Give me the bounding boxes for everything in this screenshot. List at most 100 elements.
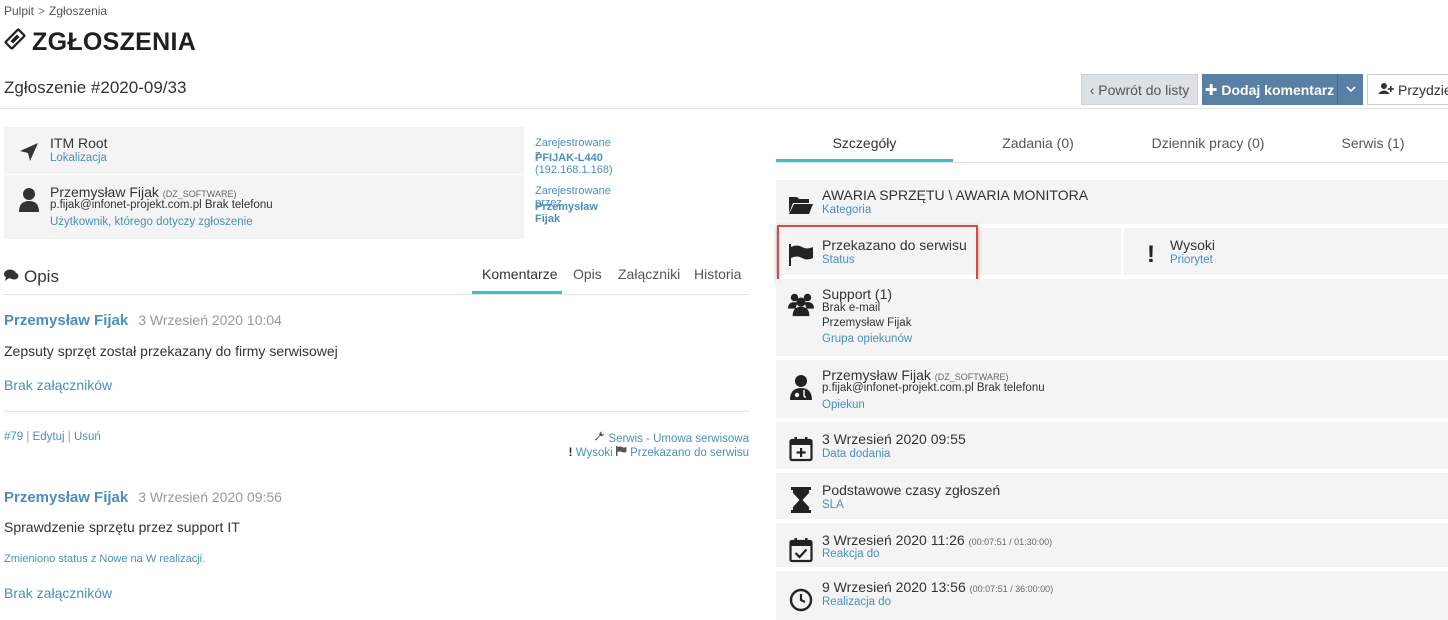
- detail-row-group: Support (1) Brak e-mail Przemysław Fijak…: [776, 279, 1448, 356]
- breadcrumb-current: Zgłoszenia: [49, 4, 108, 18]
- status-highlight-box: [777, 225, 978, 282]
- add-comment-label: Dodaj komentarz: [1221, 81, 1335, 98]
- tab-tasks[interactable]: Zadania (0): [953, 135, 1123, 151]
- comment-priority: Wysoki: [575, 447, 613, 459]
- detail-row-date-added: 3 Wrzesień 2020 09:55 Data dodania: [776, 422, 1448, 469]
- reaction-time: (00:07:51 / 01:30:00): [968, 537, 1053, 547]
- user-doctor-icon: [788, 374, 814, 400]
- description-section-title: Opis: [4, 267, 59, 287]
- caretaker-phone: Brak telefonu: [976, 382, 1045, 394]
- location-label: Lokalizacja: [50, 152, 107, 164]
- comment-status: Przekazano do serwisu: [630, 447, 749, 459]
- plus-icon: ✚: [1204, 81, 1218, 99]
- user-contact: p.fijak@infonet-projekt.com.pl Brak tele…: [50, 199, 273, 211]
- registered-from-value: PFIJAK-L440 (192.168.1.168): [535, 152, 613, 176]
- comment-state-tags: ! Wysoki Przekazano do serwisu: [569, 446, 749, 459]
- chevron-down-icon: [1345, 84, 1356, 96]
- comment-author[interactable]: Przemysław Fijak: [4, 312, 128, 329]
- realization-label: Realizacja do: [822, 596, 892, 608]
- comment-header: Przemysław Fijak 3 Wrzesień 2020 10:04: [4, 312, 282, 329]
- category-title: AWARIA SPRZĘTU \ AWARIA MONITORA: [822, 187, 1089, 203]
- tab-description[interactable]: Opis: [573, 266, 602, 282]
- comment-date: 3 Wrzesień 2020 09:56: [138, 489, 282, 505]
- detail-row-reaction: 3 Wrzesień 2020 11:26 (00:07:51 / 01:30:…: [776, 523, 1448, 567]
- breadcrumb: Pulpit > Zgłoszenia: [4, 4, 107, 18]
- caretaker-email: p.fijak@infonet-projekt.com.pl: [822, 382, 974, 394]
- ticket-icon: [4, 28, 26, 57]
- page-title: ZGŁOSZENIA: [4, 28, 196, 57]
- comment-delete-link[interactable]: Usuń: [74, 431, 101, 443]
- hourglass-icon: [788, 487, 814, 513]
- priority-title: Wysoki: [1170, 237, 1215, 253]
- ticket-info-panel: ITM Root Lokalizacja Zarejestrowane z PF…: [4, 127, 613, 239]
- tab-comments[interactable]: Komentarze: [482, 266, 557, 282]
- users-group-icon: [788, 291, 814, 317]
- caretaker-label: Opiekun: [822, 399, 865, 411]
- comment-status-change: Zmieniono status z Nowe na W realizacji.: [4, 553, 206, 565]
- date-added-value: 3 Wrzesień 2020 09:55: [822, 431, 966, 447]
- location-arrow-icon: [18, 141, 40, 166]
- flag-icon: [615, 446, 630, 459]
- comment-text: Zepsuty sprzęt został przekazany do firm…: [4, 343, 338, 359]
- exclamation-icon: !: [568, 447, 573, 459]
- info-divider: [4, 174, 524, 175]
- comment-service[interactable]: Serwis - Umowa serwisowa: [608, 433, 749, 445]
- tab-work-log[interactable]: Dziennik pracy (0): [1123, 135, 1293, 151]
- comment-id[interactable]: #79: [4, 431, 23, 443]
- registered-by-name[interactable]: Przemysław Fijak: [535, 201, 598, 225]
- tab-details[interactable]: Szczegóły: [776, 135, 953, 151]
- breadcrumb-separator: >: [38, 4, 46, 18]
- comment-author[interactable]: Przemysław Fijak: [4, 489, 128, 506]
- user-name-line: Przemysław Fijak (DZ_SOFTWARE): [50, 184, 236, 200]
- realization-line: 9 Wrzesień 2020 13:56 (00:07:51 / 36:00:…: [822, 579, 1053, 595]
- add-comment-button[interactable]: ✚ Dodaj komentarz: [1202, 74, 1337, 105]
- category-label: Kategoria: [822, 204, 872, 216]
- reaction-label: Reakcja do: [822, 548, 880, 560]
- detail-row-caretaker: Przemysław Fijak (DZ_SOFTWARE) p.fijak@i…: [776, 360, 1448, 418]
- realization-date: 9 Wrzesień 2020 13:56: [822, 579, 966, 595]
- assign-button[interactable]: Przydziel: [1367, 74, 1448, 105]
- comment-actions: #79 | Edytuj | Usuń: [4, 431, 101, 443]
- group-member: Przemysław Fijak: [822, 317, 912, 329]
- back-to-list-button[interactable]: ‹ Powrót do listy: [1081, 74, 1198, 105]
- sla-title: Podstawowe czasy zgłoszeń: [822, 482, 1001, 498]
- tab-service[interactable]: Serwis (1): [1293, 135, 1448, 151]
- registered-from-host[interactable]: PFIJAK-L440: [535, 152, 603, 164]
- realization-time: (00:07:51 / 36:00:00): [969, 584, 1054, 594]
- wrench-icon: [594, 431, 608, 445]
- header-divider: [0, 108, 1448, 109]
- reaction-date: 3 Wrzesień 2020 11:26: [822, 532, 965, 548]
- folder-open-icon: [788, 192, 814, 218]
- user-email: p.fijak@infonet-projekt.com.pl: [50, 199, 202, 211]
- comment-date: 3 Wrzesień 2020 10:04: [138, 312, 282, 328]
- breadcrumb-home[interactable]: Pulpit: [4, 4, 34, 18]
- group-email: Brak e-mail: [822, 302, 881, 314]
- registered-from-ip: (192.168.1.168): [535, 164, 613, 176]
- detail-row-realization: 9 Wrzesień 2020 13:56 (00:07:51 / 36:00:…: [776, 571, 1448, 620]
- active-tab-indicator: [776, 159, 953, 162]
- tab-history[interactable]: Historia: [694, 266, 741, 282]
- detail-row-category: AWARIA SPRZĘTU \ AWARIA MONITORA Kategor…: [776, 180, 1448, 224]
- detail-row-sla: Podstawowe czasy zgłoszeń SLA: [776, 473, 1448, 519]
- group-label: Grupa opiekunów: [822, 333, 913, 345]
- description-title-text: Opis: [24, 267, 59, 286]
- comment-service-tag: Serwis - Umowa serwisowa: [594, 431, 749, 445]
- add-comment-dropdown-button[interactable]: [1337, 74, 1363, 105]
- location-name: ITM Root: [50, 135, 108, 151]
- page-title-text: ZGŁOSZENIA: [32, 28, 197, 56]
- user-plus-icon: [1378, 82, 1394, 98]
- comment-attachments: Brak załączników: [4, 377, 113, 393]
- tab-attachments[interactable]: Załączniki: [618, 266, 680, 282]
- assign-label: Przydziel: [1398, 81, 1448, 98]
- caretaker-name-line: Przemysław Fijak (DZ_SOFTWARE): [822, 367, 1008, 383]
- comment-header: Przemysław Fijak 3 Wrzesień 2020 09:56: [4, 489, 282, 506]
- tabs-divider: [4, 294, 749, 295]
- calendar-plus-icon: [788, 436, 814, 462]
- date-added-label: Data dodania: [822, 448, 891, 460]
- priority-label: Priorytet: [1170, 254, 1213, 266]
- comments-icon: [4, 267, 19, 287]
- active-tab-indicator: [472, 291, 562, 294]
- comment-edit-link[interactable]: Edytuj: [33, 431, 65, 443]
- exclamation-icon: !: [1147, 241, 1155, 268]
- clock-icon: [788, 587, 814, 613]
